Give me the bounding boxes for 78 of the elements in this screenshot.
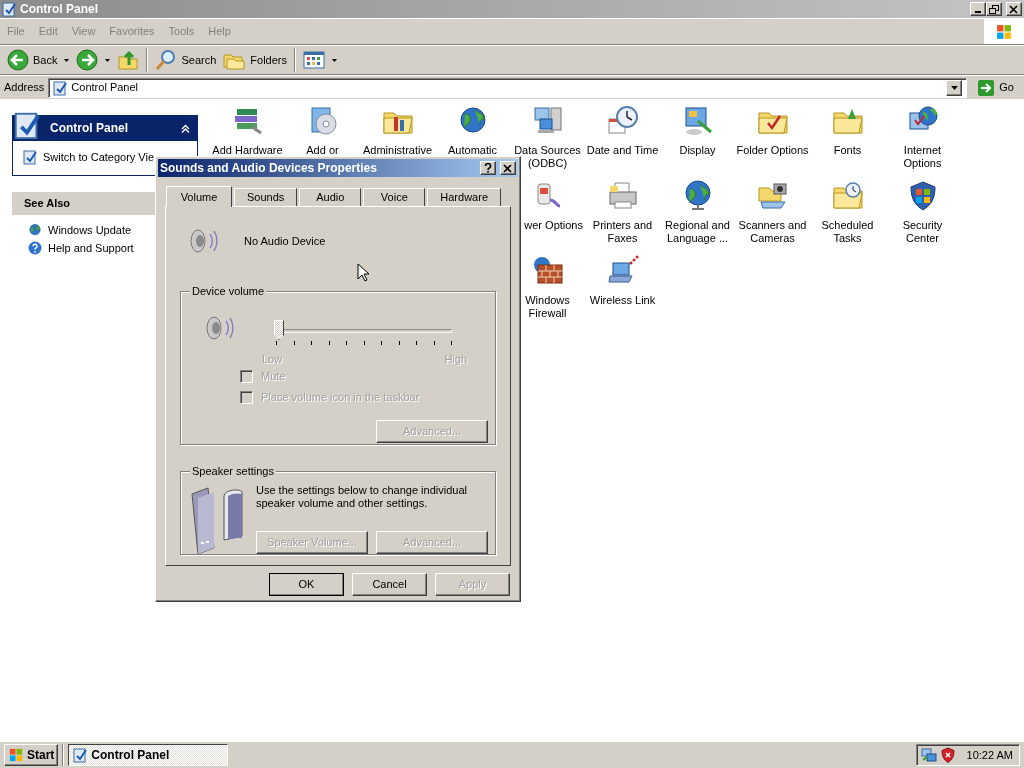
help-button[interactable] xyxy=(480,161,496,175)
back-button[interactable]: Back xyxy=(4,47,61,73)
applet-label[interactable]: Internet Options xyxy=(885,144,960,170)
caret-icon xyxy=(105,58,111,62)
applet-label[interactable]: Administrative xyxy=(360,144,435,157)
control-panel-icon xyxy=(23,149,37,165)
applet-label[interactable]: Printers and Faxes xyxy=(585,219,660,245)
clock-folder-icon xyxy=(831,180,864,212)
tab[interactable]: Volume xyxy=(166,186,232,207)
dialog-button[interactable]: Cancel xyxy=(352,573,427,596)
applet-label[interactable]: Scanners and Cameras xyxy=(735,219,810,245)
control-panel-icon xyxy=(53,79,68,96)
applet-label[interactable]: Data Sources (ODBC) xyxy=(510,144,585,170)
group-title: Speaker settings xyxy=(190,465,276,478)
views-icon xyxy=(303,50,325,70)
clock-icon xyxy=(606,105,639,137)
camera-icon xyxy=(756,180,789,212)
globe-icon xyxy=(28,223,42,237)
start-button[interactable]: Start xyxy=(4,744,59,766)
tab[interactable]: Hardware xyxy=(427,188,501,206)
help-icon xyxy=(28,241,42,255)
caret-icon xyxy=(64,58,70,62)
control-panel-icon xyxy=(2,1,16,17)
go-button[interactable]: Go xyxy=(971,78,1020,97)
windows-flag-icon xyxy=(8,747,24,763)
task-pane-header: Control Panel xyxy=(12,115,198,141)
control-panel-icon xyxy=(73,747,88,763)
control-panel-icon xyxy=(12,110,42,140)
applet-label[interactable]: Add or xyxy=(285,144,360,157)
search-button[interactable]: Search xyxy=(152,47,220,73)
taskbar-button[interactable]: Control Panel xyxy=(68,744,229,766)
close-icon xyxy=(1009,4,1019,14)
applet-label[interactable]: Wireless Link xyxy=(585,294,660,307)
device-name: No Audio Device xyxy=(244,234,326,248)
applet-label[interactable]: Scheduled Tasks xyxy=(810,219,885,245)
group-title: Device volume xyxy=(190,285,267,298)
up-folder-icon xyxy=(117,49,140,71)
windows-logo-icon xyxy=(995,22,1013,41)
applet-label[interactable]: wer Options xyxy=(524,219,583,232)
clock-text: 10:22 AM xyxy=(966,748,1013,762)
collapse-chevron-icon xyxy=(181,123,190,133)
applet-label[interactable]: Date and Time xyxy=(585,144,660,157)
folders-button[interactable]: Folders xyxy=(219,47,290,73)
restore-icon xyxy=(989,4,999,14)
tab[interactable]: Voice xyxy=(363,188,426,206)
applet-label[interactable]: Windows Firewall xyxy=(510,294,585,320)
applet-label[interactable]: Security Center xyxy=(885,219,960,245)
tab[interactable]: Audio xyxy=(299,188,362,206)
applet-label[interactable]: Folder Options xyxy=(735,144,810,157)
applet-label[interactable]: Automatic xyxy=(435,144,510,157)
window-title: Control Panel xyxy=(20,2,99,16)
applet-label[interactable]: Regional and Language ... xyxy=(660,219,735,245)
cursor-icon xyxy=(357,263,369,282)
close-button[interactable] xyxy=(500,161,516,175)
see-also-link[interactable]: Windows Update xyxy=(28,223,182,237)
close-icon xyxy=(503,163,513,173)
dialog-button[interactable]: OK xyxy=(269,573,344,596)
minimize-icon xyxy=(975,11,981,13)
applet-label[interactable]: Display xyxy=(660,144,735,157)
speaker-settings-text: Use the settings below to change individual speaker volume and other settings. xyxy=(256,484,468,510)
address-label: Address xyxy=(4,81,45,94)
caret-icon xyxy=(950,85,958,90)
search-icon xyxy=(155,49,178,71)
applet-label[interactable]: Add Hardware xyxy=(210,144,285,157)
address-dropdown-button[interactable] xyxy=(946,79,963,96)
dialog-title: Sounds and Audio Devices Properties xyxy=(160,161,378,175)
close-button[interactable] xyxy=(1006,2,1022,16)
minimize-button[interactable] xyxy=(970,2,986,16)
caret-icon xyxy=(332,58,337,62)
address-field[interactable]: Control Panel xyxy=(48,77,968,98)
printer-icon xyxy=(606,180,639,212)
brick-wall-icon xyxy=(531,255,564,287)
shield-alert-icon xyxy=(940,747,955,763)
applet-label[interactable]: Fonts xyxy=(810,144,885,157)
restore-button[interactable] xyxy=(986,2,1002,16)
question-mark-icon xyxy=(484,163,492,173)
tab[interactable]: Sounds xyxy=(234,188,298,206)
network-computer-icon xyxy=(920,747,937,763)
